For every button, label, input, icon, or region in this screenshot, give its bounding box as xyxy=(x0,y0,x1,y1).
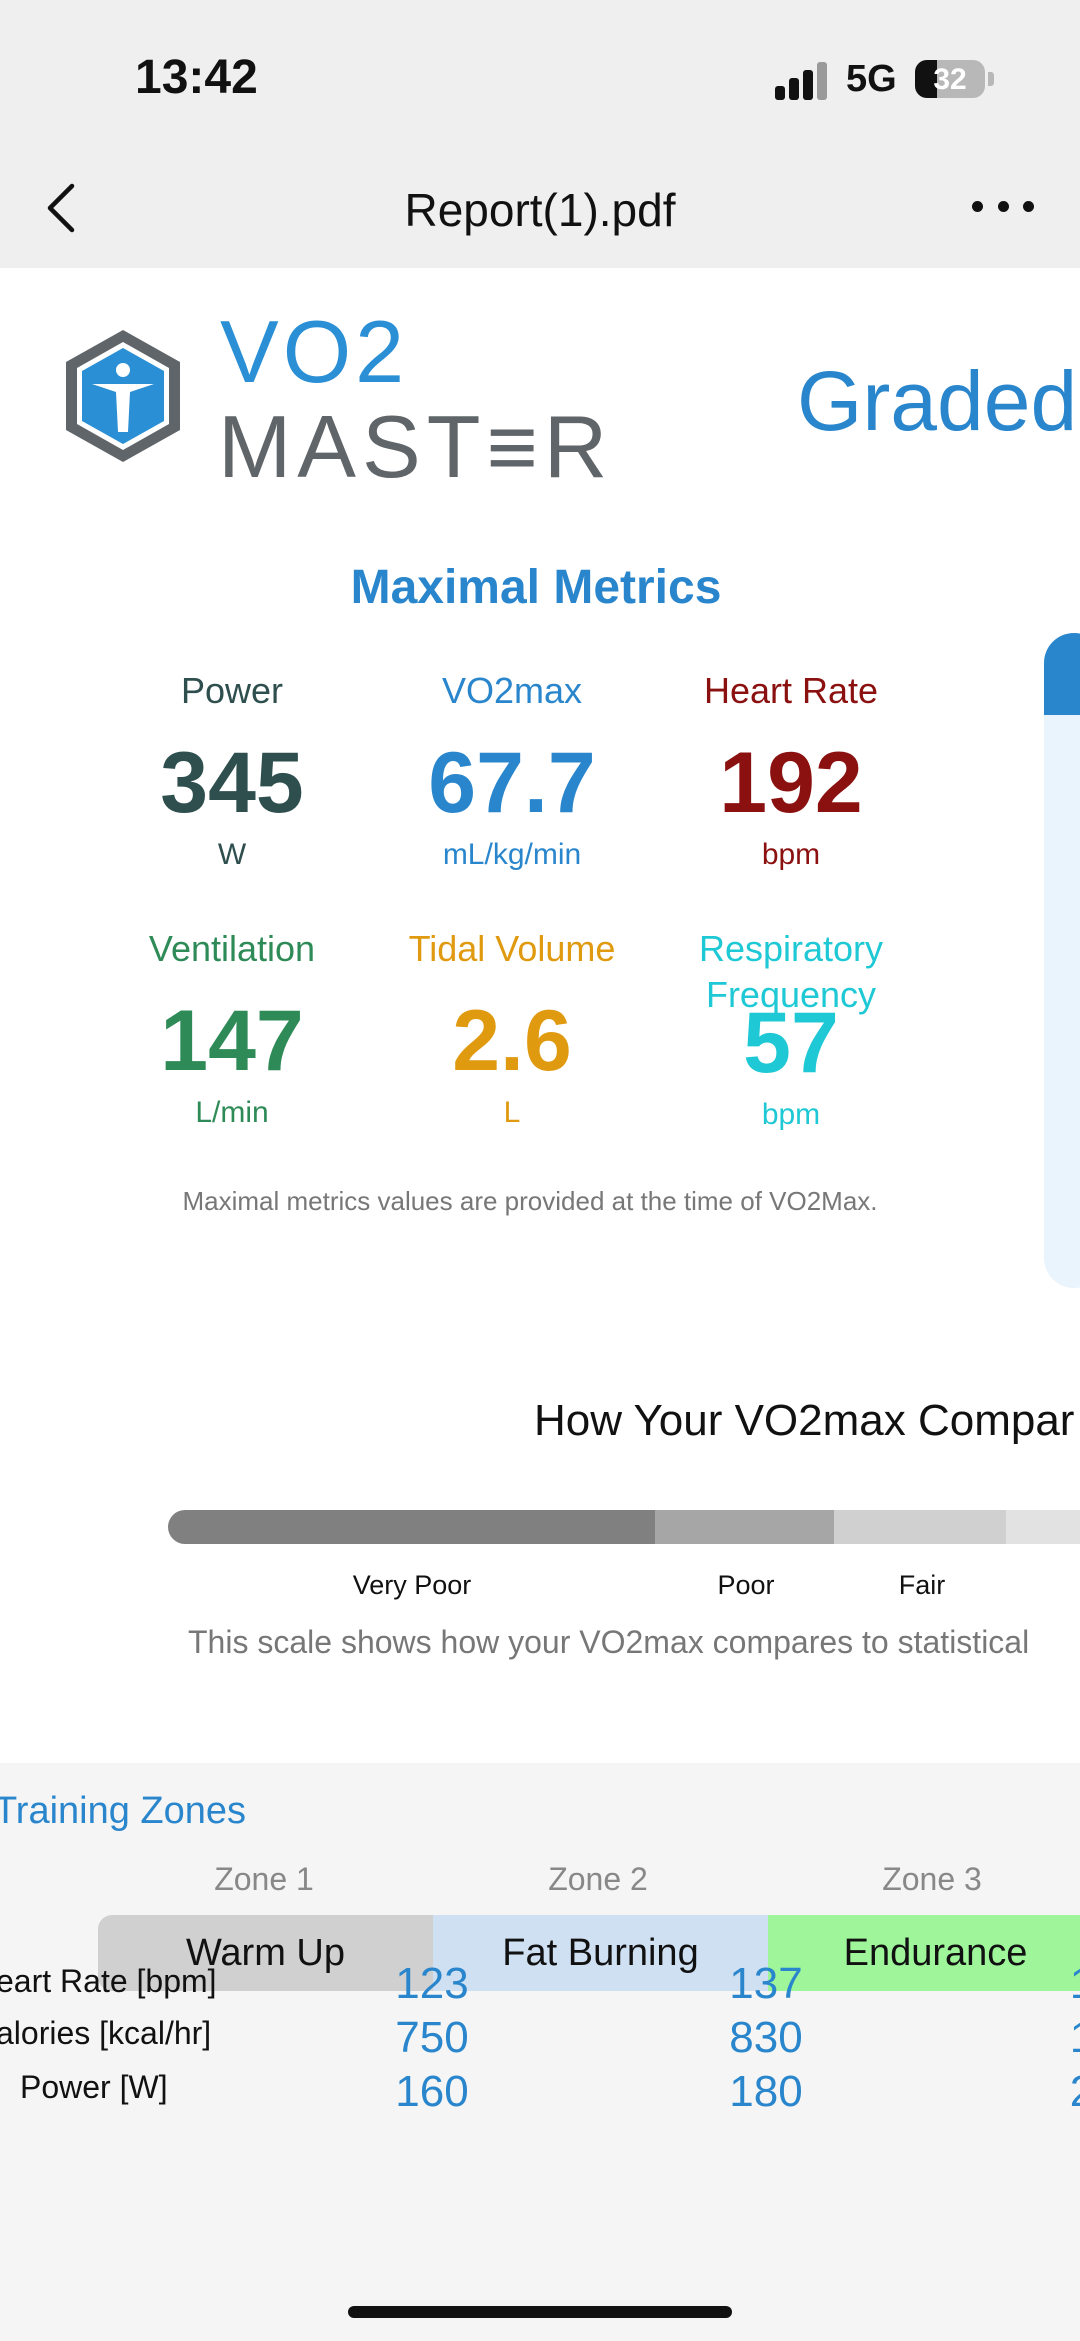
more-options-button[interactable] xyxy=(972,195,1034,217)
metric-unit: bpm xyxy=(761,1098,821,1131)
metric-value: 57 xyxy=(743,995,839,1091)
row-label-calories: alories [kcal/hr] xyxy=(0,2015,212,2051)
zone-2-number: Zone 2 xyxy=(548,1861,648,1897)
vo2-master-logo-icon xyxy=(66,330,180,462)
heart-rate-zone-3: 1 xyxy=(1070,1959,1080,2009)
metric-unit: L/min xyxy=(195,1096,269,1129)
scale-segment-very-poor xyxy=(168,1510,655,1544)
metric-value: 67.7 xyxy=(428,735,596,831)
signal-icon xyxy=(775,62,831,100)
document-title: Report(1).pdf xyxy=(404,184,676,236)
heart-rate-zone-1: 123 xyxy=(395,1959,469,2008)
metric-value: 345 xyxy=(160,735,304,831)
scale-segment-fair xyxy=(834,1510,1006,1544)
top-bar: 13:42 5G 32 Report(1).pdf xyxy=(0,0,1080,268)
power-zone-1: 160 xyxy=(395,2067,469,2116)
dot-icon xyxy=(997,200,1009,212)
scale-label-poor: Poor xyxy=(717,1570,775,1600)
battery-level: 32 xyxy=(933,63,967,96)
metric-label: VO2max xyxy=(441,670,583,711)
training-zones-title: Training Zones xyxy=(0,1790,247,1832)
scale-label-fair: Fair xyxy=(898,1570,946,1600)
scale-segment-poor xyxy=(655,1510,834,1544)
calories-zone-2: 830 xyxy=(729,2013,803,2062)
metric-value: 192 xyxy=(719,735,863,831)
brand-line-1: VO2 xyxy=(220,302,409,401)
row-label-power: Power [W] xyxy=(20,2069,168,2105)
brand-line-2: MAST≡R xyxy=(218,397,614,496)
maximal-metrics-title: Maximal Metrics xyxy=(350,561,722,614)
metric-value: 2.6 xyxy=(452,993,572,1089)
metric-value: 147 xyxy=(160,993,304,1089)
metric-vo2max: VO2max 67.7 mL/kg/min xyxy=(372,668,652,872)
metric-label: Tidal Volume xyxy=(408,928,616,969)
side-panel-card xyxy=(1044,633,1080,1288)
metric-unit: W xyxy=(217,838,247,871)
scale-label-very-poor: Very Poor xyxy=(352,1570,472,1600)
metric-unit: mL/kg/min xyxy=(442,838,582,871)
report-title: Graded xyxy=(797,354,1078,448)
zone-3-cell: Endurance xyxy=(768,1915,1080,1991)
power-zone-3: 2 xyxy=(1070,2067,1080,2117)
metric-heart-rate: Heart Rate 192 bpm xyxy=(651,668,931,872)
calories-zone-3: 1 xyxy=(1070,2013,1080,2063)
metric-tidal-volume: Tidal Volume 2.6 L xyxy=(372,926,652,1130)
metric-ventilation: Ventilation 147 L/min xyxy=(92,926,372,1130)
zone-3-number: Zone 3 xyxy=(882,1861,982,1897)
calories-zone-1: 750 xyxy=(395,2013,469,2062)
zone-2-cell: Fat Burning xyxy=(433,1915,768,1991)
heart-rate-zone-2: 137 xyxy=(729,1959,803,2008)
status-time: 13:42 xyxy=(135,51,258,104)
dot-icon xyxy=(1023,200,1034,212)
scale-segment-next xyxy=(1006,1510,1080,1544)
side-panel-header xyxy=(1044,633,1080,715)
metric-respiratory-frequency: Respiratory Frequency 57 bpm xyxy=(651,926,931,1132)
metric-power: Power 345 W xyxy=(92,668,372,872)
battery-tip xyxy=(988,72,994,86)
metric-unit: L xyxy=(503,1096,521,1129)
row-label-heart-rate: eart Rate [bpm] xyxy=(0,1963,217,1999)
zone-1-number: Zone 1 xyxy=(214,1861,314,1897)
metric-label: Heart Rate xyxy=(703,670,879,711)
battery-icon: 32 xyxy=(915,60,985,98)
comparison-title: How Your VO2max Compar xyxy=(534,1396,1075,1445)
network-label: 5G xyxy=(846,58,897,100)
metric-unit: bpm xyxy=(761,838,821,871)
metric-label: Power xyxy=(180,670,284,711)
pdf-page[interactable]: VO2 MAST≡R Graded Maximal Metrics Power … xyxy=(0,268,1080,2341)
training-zones-section: Training Zones Zone 1 Zone 2 Zone 3 Warm… xyxy=(0,1763,1080,2341)
dot-icon xyxy=(972,200,983,212)
zone-bar: Warm Up Fat Burning Endurance xyxy=(98,1915,1080,1991)
home-indicator[interactable] xyxy=(348,2306,732,2318)
maximal-metrics-note: Maximal metrics values are provided at t… xyxy=(182,1186,878,1216)
power-zone-2: 180 xyxy=(729,2067,803,2116)
vo2max-scale-bar xyxy=(168,1510,1080,1544)
metric-label: Ventilation xyxy=(148,928,316,969)
comparison-note: This scale shows how your VO2max compare… xyxy=(188,1624,1030,1660)
